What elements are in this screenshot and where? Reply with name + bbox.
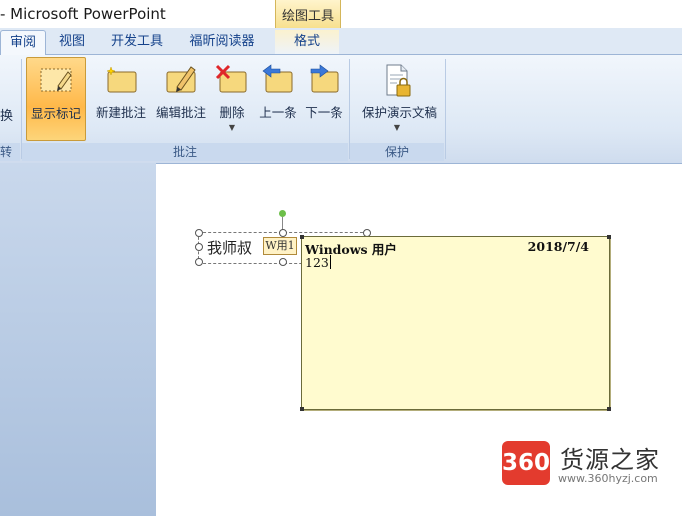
resize-handle[interactable] [279,258,287,266]
comment-corner-handle [607,407,611,411]
resize-handle[interactable] [195,229,203,237]
edit-comment-icon [166,66,196,93]
textbox-text[interactable]: 我师叔 [207,237,252,258]
ribbon-group-convert-partial: 换 转换 [0,55,20,177]
ribbon: 换 转换 显示标记 新建批注 编辑批注 [0,55,682,177]
text-caret [329,255,331,269]
ribbon-group-protect: 保护演示文稿 ▼ 保护 [350,55,444,163]
delete-comment-button[interactable]: 删除 ▼ [212,57,252,139]
watermark: 360 货源之家 www.360hyzj.com [500,440,682,490]
tab-foxit-reader[interactable]: 福昕阅读器 [180,30,264,54]
tab-developer[interactable]: 开发工具 [102,30,172,54]
title-bar: - Microsoft PowerPoint 绘图工具 [0,0,682,28]
group-separator [445,59,446,159]
resize-handle[interactable] [279,229,287,237]
group-label-convert-partial: 转换 [0,143,20,177]
protect-presentation-label: 保护演示文稿 [362,105,438,120]
comment-corner-handle [300,235,304,239]
watermark-url: www.360hyzj.com [558,472,658,485]
protect-presentation-button[interactable]: 保护演示文稿 ▼ [362,57,437,139]
resize-handle[interactable] [195,258,203,266]
convert-button-label-partial[interactable]: 换 [0,105,13,124]
watermark-text: 货源之家 [560,446,660,474]
delete-comment-icon [215,64,247,93]
tab-review[interactable]: 审阅 [0,30,46,55]
comment-popup[interactable]: Windows 用户 2018/7/4 123 [300,235,611,411]
next-comment-button[interactable]: 下一条 [302,57,346,139]
show-markup-label: 显示标记 [30,106,81,121]
tab-format[interactable]: 格式 [275,30,339,54]
group-label-protect: 保护 [350,143,444,161]
protect-presentation-icon [386,64,411,97]
show-markup-icon [40,68,72,92]
comment-corner-handle [607,235,611,239]
comment-body-text[interactable]: 123 [305,255,331,270]
edit-comment-button[interactable]: 编辑批注 [152,57,210,139]
ribbon-tab-row: 审阅 视图 开发工具 福昕阅读器 格式 [0,28,682,55]
workspace-background [0,163,156,516]
ribbon-group-comments: 显示标记 新建批注 编辑批注 删除 ▼ 上一条 下一条 批注 [22,55,348,163]
tab-view[interactable]: 视图 [50,30,94,54]
window-title: - Microsoft PowerPoint [0,5,166,23]
context-tab-group-label: 绘图工具 [281,9,334,24]
new-comment-icon [106,66,137,93]
previous-comment-icon [262,64,293,93]
show-markup-button[interactable]: 显示标记 [26,57,86,141]
next-comment-label: 下一条 [305,105,343,120]
protect-dropdown-arrow-icon[interactable]: ▼ [368,123,426,132]
comment-corner-handle [300,407,304,411]
next-comment-icon [310,64,339,93]
comment-marker[interactable]: W用1 [263,237,297,255]
delete-dropdown-arrow-icon[interactable]: ▼ [212,123,252,132]
comment-date: 2018/7/4 [527,239,589,254]
resize-handle[interactable] [195,243,203,251]
rotation-handle[interactable] [279,210,286,217]
watermark-logo: 360 [502,441,550,485]
group-label-comments: 批注 [22,143,348,161]
new-comment-button[interactable]: 新建批注 [92,57,150,139]
comment-body: 123 [305,255,329,270]
previous-comment-button[interactable]: 上一条 [256,57,300,139]
context-tab-group-drawing-tools: 绘图工具 [275,0,341,28]
